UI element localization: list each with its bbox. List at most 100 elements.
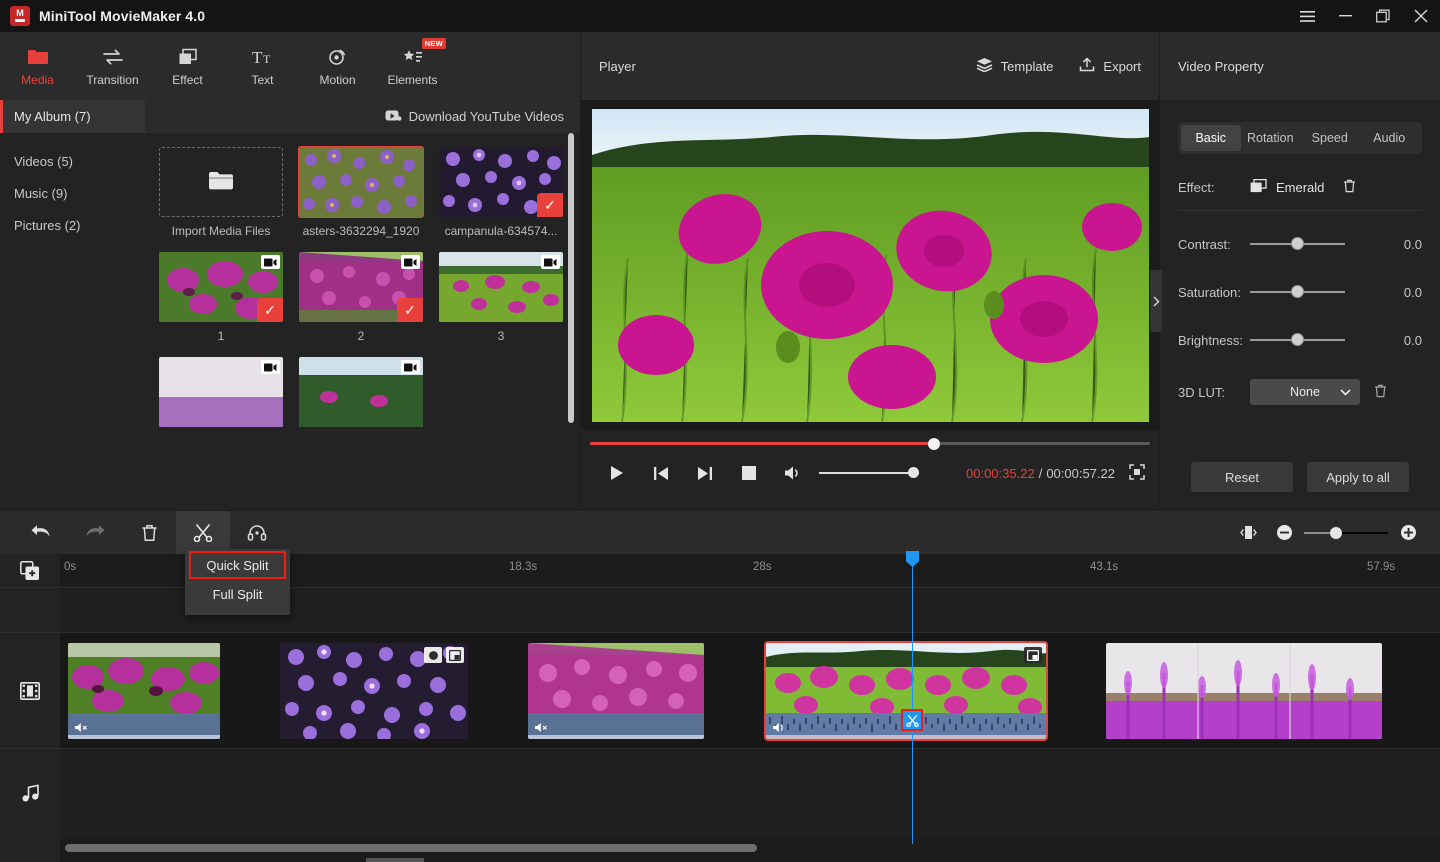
playhead[interactable]	[912, 554, 913, 844]
template-button[interactable]: Template	[976, 57, 1054, 75]
volume-handle[interactable]	[908, 467, 919, 478]
import-dropzone[interactable]	[159, 147, 283, 217]
picture-in-picture-icon[interactable]	[446, 647, 464, 663]
media-item[interactable]: asters-3632294_1920	[299, 147, 423, 238]
slider-handle[interactable]	[1291, 237, 1304, 250]
zoom-out-button[interactable]	[1266, 511, 1302, 554]
delete-button[interactable]	[122, 511, 176, 554]
nav-item-effect[interactable]: Effect	[150, 32, 225, 100]
apply-to-all-button[interactable]: Apply to all	[1307, 462, 1409, 492]
export-button[interactable]: Export	[1079, 57, 1141, 75]
media-thumbnail[interactable]	[439, 252, 563, 322]
library-nav-music[interactable]: Music (9)	[0, 177, 145, 209]
fullscreen-icon[interactable]	[1129, 464, 1145, 483]
saturation-slider[interactable]	[1250, 285, 1345, 299]
player-progress[interactable]	[590, 436, 1150, 450]
menu-icon[interactable]	[1288, 0, 1326, 32]
nav-item-elements[interactable]: NEW Elements	[375, 32, 450, 100]
tab-audio[interactable]: Audio	[1360, 125, 1420, 151]
minimize-icon[interactable]	[1326, 0, 1364, 32]
video-track-header[interactable]	[0, 632, 60, 748]
media-item[interactable]: 3	[439, 252, 563, 343]
library-nav-videos[interactable]: Videos (5)	[0, 145, 145, 177]
video-property-panel: Video Property Basic Rotation Speed Audi…	[1160, 32, 1440, 510]
zoom-out-icon	[1276, 524, 1293, 541]
slider-handle[interactable]	[1291, 285, 1304, 298]
previous-frame-button[interactable]	[639, 454, 683, 492]
lut-trash-icon[interactable]	[1374, 384, 1387, 401]
media-item[interactable]: ✓ 1	[159, 252, 283, 343]
media-thumbnail[interactable]	[299, 147, 423, 217]
library-nav-pictures[interactable]: Pictures (2)	[0, 209, 145, 241]
clip-mute-icon[interactable]	[534, 722, 549, 736]
split-marker-button[interactable]	[901, 709, 923, 731]
panel-collapse-toggle[interactable]	[1150, 270, 1162, 332]
library-nav: Videos (5) Music (9) Pictures (2)	[0, 133, 145, 510]
library-scrollbar[interactable]	[568, 133, 574, 423]
add-track-button[interactable]	[0, 554, 60, 587]
clip-audio-badge[interactable]	[424, 647, 442, 663]
reset-button[interactable]: Reset	[1191, 462, 1293, 492]
redo-button[interactable]	[68, 511, 122, 554]
maximize-icon[interactable]	[1364, 0, 1402, 32]
audio-track-header[interactable]	[0, 748, 60, 838]
zoom-slider[interactable]	[1304, 526, 1388, 540]
audio-track[interactable]	[60, 748, 1440, 838]
tab-basic[interactable]: Basic	[1181, 125, 1241, 151]
timeline-clip[interactable]	[280, 643, 468, 739]
stop-button[interactable]	[727, 454, 771, 492]
menu-item-full-split[interactable]: Full Split	[185, 577, 290, 611]
volume-slider[interactable]	[819, 466, 919, 480]
slider-handle[interactable]	[1291, 333, 1304, 346]
nav-item-transition[interactable]: Transition	[75, 32, 150, 100]
media-item[interactable]: ✓ 2	[299, 252, 423, 343]
nav-label: Media	[21, 73, 54, 87]
nav-item-text[interactable]: TT Text	[225, 32, 300, 100]
media-thumbnail[interactable]: ✓	[159, 252, 283, 322]
media-checked-badge: ✓	[397, 298, 423, 322]
timeline-clip[interactable]	[1106, 643, 1382, 739]
timeline-clip[interactable]	[528, 643, 704, 739]
next-frame-button[interactable]	[683, 454, 727, 492]
media-item[interactable]	[299, 357, 423, 427]
library-tab-my-album[interactable]: My Album (7)	[0, 100, 145, 133]
download-youtube-button[interactable]: Download YouTube Videos	[385, 109, 564, 125]
video-track[interactable]	[60, 632, 1440, 748]
brightness-slider[interactable]	[1250, 333, 1345, 347]
tab-speed[interactable]: Speed	[1300, 125, 1360, 151]
contrast-slider[interactable]	[1250, 237, 1345, 251]
media-thumbnail[interactable]	[159, 357, 283, 427]
picture-in-picture-icon[interactable]	[1024, 647, 1042, 663]
close-icon[interactable]	[1402, 0, 1440, 32]
menu-item-quick-split[interactable]: Quick Split	[191, 553, 284, 577]
media-thumbnail[interactable]: ✓	[439, 147, 563, 217]
import-media-tile[interactable]: Import Media Files	[159, 147, 283, 238]
timeline-horizontal-scrollbar[interactable]	[65, 844, 757, 852]
tab-rotation[interactable]: Rotation	[1241, 125, 1301, 151]
nav-item-motion[interactable]: Motion	[300, 32, 375, 100]
nav-item-media[interactable]: Media	[0, 32, 75, 100]
trash-icon[interactable]	[1343, 179, 1356, 196]
video-preview[interactable]	[592, 109, 1149, 422]
media-item[interactable]	[159, 357, 283, 427]
media-item[interactable]: ✓ campanula-634574...	[439, 147, 563, 238]
media-thumbnail[interactable]	[299, 357, 423, 427]
fit-timeline-icon[interactable]	[1230, 511, 1266, 554]
audio-detach-button[interactable]	[230, 511, 284, 554]
contrast-value: 0.0	[1404, 237, 1422, 252]
media-thumbnail[interactable]: ✓	[299, 252, 423, 322]
layers-icon	[976, 57, 993, 75]
split-button[interactable]	[176, 511, 230, 554]
lut-select[interactable]: None	[1250, 379, 1360, 405]
clip-mute-icon[interactable]	[74, 722, 89, 736]
undo-button[interactable]	[14, 511, 68, 554]
timeline-clip[interactable]	[68, 643, 220, 739]
zoom-in-button[interactable]	[1390, 511, 1426, 554]
progress-handle[interactable]	[928, 438, 940, 450]
volume-button[interactable]	[771, 454, 815, 492]
effect-value-group[interactable]: Emerald	[1250, 179, 1356, 196]
zoom-handle[interactable]	[1330, 527, 1342, 539]
play-button[interactable]	[595, 454, 639, 492]
clip-volume-icon[interactable]	[772, 722, 787, 736]
chevron-down-icon	[1340, 385, 1351, 399]
